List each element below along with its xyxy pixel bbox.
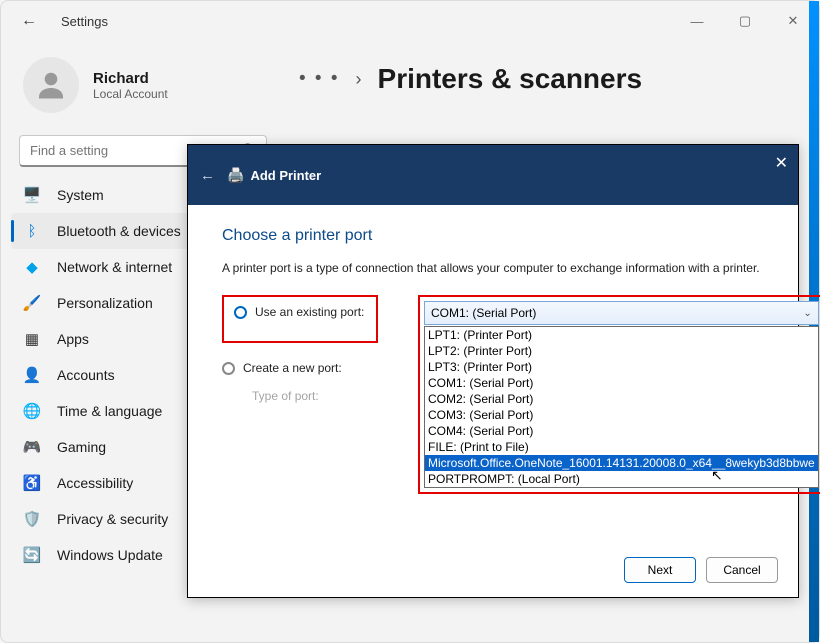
radio-unchecked-icon [222, 362, 235, 375]
port-select[interactable]: COM1: (Serial Port) ⌄ [424, 301, 819, 325]
port-option[interactable]: PORTPROMPT: (Local Port) [425, 471, 818, 487]
port-option[interactable]: LPT1: (Printer Port) [425, 327, 818, 343]
back-arrow-icon[interactable]: ← [21, 12, 37, 30]
printer-icon: 🖨️ [227, 167, 244, 184]
chevron-down-icon: ⌄ [803, 308, 811, 319]
nav-label: System [57, 187, 104, 203]
breadcrumb-dots[interactable]: • • • [299, 68, 340, 90]
nav-label: Accessibility [57, 475, 133, 491]
annotation-box-dropdown: COM1: (Serial Port) ⌄ LPT1: (Printer Por… [418, 295, 820, 494]
port-option[interactable]: COM3: (Serial Port) [425, 407, 818, 423]
create-new-label: Create a new port: [243, 361, 342, 375]
dialog-subtext: A printer port is a type of connection t… [222, 261, 770, 275]
close-button[interactable]: ✕ [775, 6, 811, 36]
maximize-button[interactable]: ▢ [727, 6, 763, 36]
add-printer-dialog: ← 🖨️ Add Printer ✕ Choose a printer port… [187, 144, 799, 598]
nav-label: Apps [57, 331, 89, 347]
breadcrumb: • • • › Printers & scanners [299, 63, 787, 95]
port-option[interactable]: FILE: (Print to File) [425, 439, 818, 455]
system-icon: 🖥️ [23, 186, 41, 204]
nav-label: Privacy & security [57, 511, 168, 527]
accounts-icon: 👤 [23, 366, 41, 384]
minimize-button[interactable]: — [679, 6, 715, 36]
dialog-heading: Choose a printer port [222, 227, 770, 245]
dialog-header: ← 🖨️ Add Printer ✕ [188, 145, 798, 205]
nav-label: Network & internet [57, 259, 172, 275]
dialog-back-icon[interactable]: ← [200, 167, 215, 184]
accessibility-icon: ♿ [23, 474, 41, 492]
window-title: Settings [61, 14, 108, 29]
chevron-right-icon: › [356, 69, 362, 90]
page-title: Printers & scanners [378, 63, 643, 95]
cursor-icon: ↖ [711, 467, 723, 484]
gaming-icon: 🎮 [23, 438, 41, 456]
radio-checked-icon [234, 306, 247, 319]
port-dropdown-list: LPT1: (Printer Port)LPT2: (Printer Port)… [424, 326, 819, 488]
use-existing-label: Use an existing port: [255, 305, 364, 319]
next-button[interactable]: Next [624, 557, 696, 583]
titlebar: ← Settings — ▢ ✕ [1, 1, 819, 41]
nav-label: Gaming [57, 439, 106, 455]
user-name: Richard [93, 70, 168, 87]
time-icon: 🌐 [23, 402, 41, 420]
nav-label: Bluetooth & devices [57, 223, 181, 239]
nav-label: Personalization [57, 295, 153, 311]
nav-label: Time & language [57, 403, 162, 419]
dialog-close-button[interactable]: ✕ [775, 153, 788, 173]
user-section[interactable]: Richard Local Account [11, 53, 275, 131]
annotation-box-radio: Use an existing port: [222, 295, 378, 343]
type-of-port-label: Type of port: [252, 389, 378, 403]
port-option[interactable]: COM2: (Serial Port) [425, 391, 818, 407]
port-option[interactable]: COM1: (Serial Port) [425, 375, 818, 391]
nav-label: Windows Update [57, 547, 163, 563]
nav-label: Accounts [57, 367, 115, 383]
use-existing-port-radio[interactable]: Use an existing port: [234, 305, 366, 319]
apps-icon: ▦ [23, 330, 41, 348]
port-select-value: COM1: (Serial Port) [431, 306, 536, 320]
privacy-icon: 🛡️ [23, 510, 41, 528]
port-option[interactable]: COM4: (Serial Port) [425, 423, 818, 439]
settings-window: ← Settings — ▢ ✕ Richard Local Account 🔍 [0, 0, 820, 643]
cancel-button[interactable]: Cancel [706, 557, 778, 583]
update-icon: 🔄 [23, 546, 41, 564]
port-option[interactable]: LPT2: (Printer Port) [425, 343, 818, 359]
network-icon: ◆ [23, 258, 41, 276]
port-option[interactable]: Microsoft.Office.OneNote_16001.14131.200… [425, 455, 818, 471]
port-option[interactable]: LPT3: (Printer Port) [425, 359, 818, 375]
personalization-icon: 🖌️ [23, 294, 41, 312]
user-sub: Local Account [93, 87, 168, 101]
dialog-title: Add Printer [250, 168, 321, 183]
create-new-port-radio[interactable]: Create a new port: [222, 361, 378, 375]
bluetooth-icon: ᛒ [23, 223, 41, 240]
avatar [23, 57, 79, 113]
